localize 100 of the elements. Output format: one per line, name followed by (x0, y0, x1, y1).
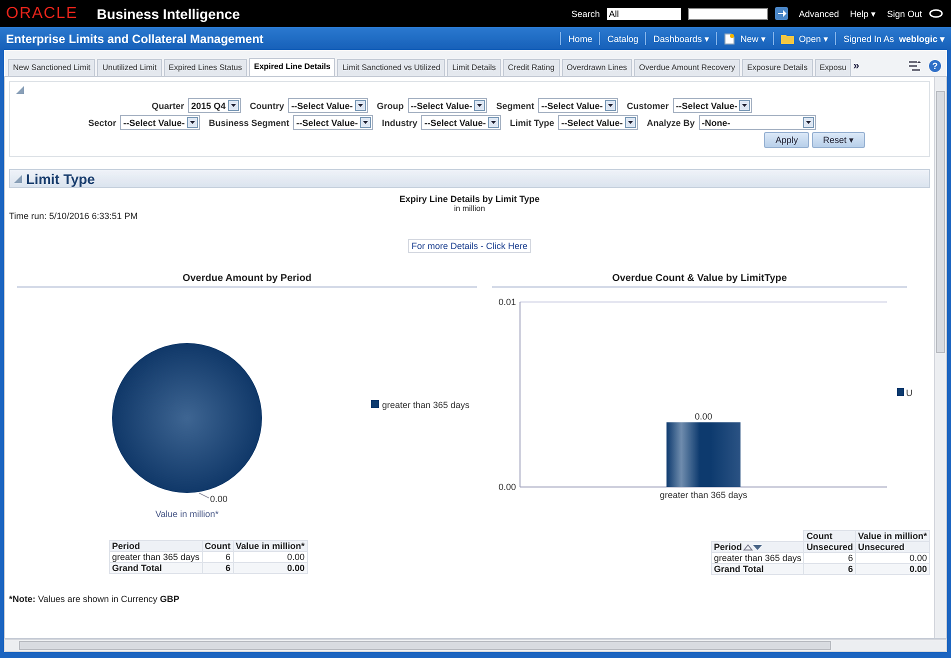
arrow-right-icon[interactable] (774, 7, 788, 20)
dashboard-link[interactable]: Home (568, 34, 592, 44)
collapse-icon[interactable] (16, 86, 24, 94)
dashboard-tab[interactable]: Limit Sanctioned vs Utilized (337, 59, 446, 76)
oracle-logo: ORACLE (6, 4, 78, 22)
search-label: Search (571, 8, 600, 18)
header-link[interactable]: Advanced (798, 8, 839, 18)
dashboard-tab[interactable]: Exposu (814, 59, 852, 76)
report-subtitle: in million (452, 204, 486, 213)
caret-icon (186, 117, 198, 128)
filter-dropdown[interactable]: --Select Value- (421, 115, 501, 130)
tick-label: 0.00 (498, 482, 516, 492)
dashboard-tab[interactable]: Limit Details (447, 59, 501, 76)
search-scope-dropdown[interactable]: All (606, 8, 681, 20)
oval-icon[interactable] (929, 9, 943, 18)
data-label: 0.00 (694, 411, 712, 422)
prompt-button[interactable]: Reset ▾ (812, 132, 865, 148)
caret-icon (474, 100, 486, 111)
dashboard-title: Enterprise Limits and Collateral Management (6, 32, 264, 46)
table-cell: 0.00 (855, 564, 930, 574)
section-title: Limit Type (26, 170, 95, 186)
dashboard-tab[interactable]: Overdue Amount Recovery (634, 59, 740, 76)
new-document-icon (724, 32, 736, 44)
chart-caption: Value in million* (155, 509, 219, 518)
table-cell: Grand Total (711, 564, 804, 574)
legend-swatch (371, 400, 379, 408)
search-field[interactable] (688, 8, 768, 20)
vertical-scrollbar[interactable] (934, 77, 946, 638)
dashboard-tab[interactable]: Expired Line Details (249, 58, 336, 76)
chart-title: Overdue Count & Value by LimitType (492, 273, 907, 288)
report-title: Expiry Line Details by Limit Type (398, 194, 541, 204)
filter-dropdown[interactable]: -None- (698, 115, 816, 130)
dashboard-link[interactable]: Dashboards ▾ (653, 34, 710, 44)
time-run-text: Time run: 5/10/2016 6:33:51 PM (9, 211, 139, 221)
details-link[interactable]: For more Details - Click Here (408, 239, 531, 253)
dashboard-tab[interactable]: Exposure Details (742, 59, 813, 76)
column-header: Value in million* (855, 530, 930, 542)
dashboard-link[interactable]: New ▾ (740, 34, 766, 44)
filter-label: Industry (382, 118, 418, 128)
filter-label: Limit Type (510, 118, 554, 128)
caret-icon (360, 117, 371, 128)
filter-dropdown[interactable]: --Select Value- (120, 115, 200, 130)
prompt-button[interactable]: Apply (764, 132, 809, 148)
dashboard-tab[interactable]: Unutilized Limit (97, 59, 162, 76)
caret-icon (488, 117, 499, 128)
sort-icon[interactable] (742, 544, 763, 550)
caret-icon (802, 117, 814, 128)
filter-dropdown[interactable]: --Select Value- (538, 98, 618, 113)
category-label: greater than 365 days (660, 490, 748, 500)
filter-label: Analyze By (646, 118, 695, 128)
product-title: Business Intelligence (96, 6, 240, 22)
filter-label: Business Segment (208, 118, 290, 128)
caret-icon (739, 100, 750, 111)
legend-swatch (897, 388, 904, 396)
filter-dropdown[interactable]: --Select Value- (408, 98, 488, 113)
dashboard-link[interactable]: Open ▾ (798, 34, 828, 44)
legend-label: greater than 365 days (382, 400, 470, 410)
filter-dropdown[interactable]: --Select Value- (672, 98, 752, 113)
filter-label: Group (376, 100, 404, 110)
caret-icon (604, 100, 616, 111)
leader-line (198, 492, 210, 498)
bar[interactable] (666, 422, 740, 487)
legend-label: U (906, 388, 912, 398)
tab-overflow-button[interactable]: » (853, 60, 860, 76)
note-text: *Note: Values are shown in Currency GBP (9, 594, 180, 604)
list-icon[interactable] (909, 61, 921, 71)
header-link[interactable]: Help ▾ (850, 8, 876, 18)
data-label: 0.00 (210, 494, 228, 504)
caret-icon (228, 100, 239, 111)
help-button[interactable]: ? (929, 60, 941, 72)
table-cell: 0.00 (233, 562, 308, 574)
column-header: Count (202, 540, 234, 552)
table-cell: Grand Total (110, 562, 202, 574)
dashboard-link[interactable]: Catalog (607, 34, 638, 44)
chart-title: Overdue Amount by Period (17, 273, 477, 288)
filter-label: Segment (496, 100, 534, 110)
column-header: Period (714, 542, 742, 552)
column-header: Value in million* (233, 540, 308, 552)
filter-dropdown[interactable]: --Select Value- (558, 115, 638, 130)
folder-icon (780, 34, 794, 44)
user-menu[interactable]: weblogic ▾ (898, 34, 945, 44)
column-header: Period (110, 540, 202, 552)
caret-icon (354, 100, 366, 111)
dashboard-tab[interactable]: Expired Lines Status (164, 59, 247, 76)
dashboard-tab[interactable]: Credit Rating (502, 59, 560, 76)
tick-label: 0.01 (498, 297, 516, 307)
horizontal-scrollbar[interactable] (4, 639, 947, 652)
filter-dropdown[interactable]: 2015 Q4 (188, 98, 241, 113)
filter-label: Quarter (152, 100, 184, 110)
dashboard-tab[interactable]: Overdrawn Lines (562, 59, 632, 76)
filter-label: Country (250, 100, 284, 110)
header-link[interactable]: Sign Out (886, 8, 922, 18)
pie-drawing[interactable] (112, 343, 262, 493)
filter-dropdown[interactable]: --Select Value- (288, 98, 368, 113)
signed-in-label: Signed In As (843, 34, 894, 44)
dashboard-tab[interactable]: New Sanctioned Limit (8, 59, 96, 76)
column-header: Unsecured (855, 542, 930, 552)
filter-dropdown[interactable]: --Select Value- (293, 115, 373, 130)
column-header: Count (804, 530, 856, 542)
filter-label: Customer (626, 100, 669, 110)
